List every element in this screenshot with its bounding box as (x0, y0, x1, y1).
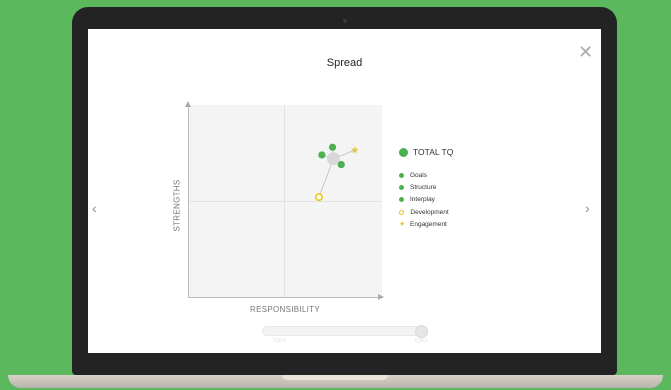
legend-total-dot (399, 147, 408, 157)
screen: Spread ✕ ‹ › STRENGTHS RESPONSIBILITY TO… (88, 29, 601, 353)
legend-dot-structure (399, 185, 404, 191)
laptop-base (8, 375, 663, 388)
version-slider[interactable] (262, 325, 428, 338)
legend-label-goals: Goals (410, 171, 427, 179)
legend: TOTAL TQ Goals Structure Interplay Devel… (399, 147, 453, 231)
legend-item-development[interactable]: Development (399, 206, 453, 218)
legend-item-goals[interactable]: Goals (399, 169, 453, 181)
slider-left-label: TQ0.1 (272, 338, 286, 344)
star-icon: ★ (399, 221, 406, 229)
legend-label-interplay: Interplay (410, 196, 435, 204)
y-axis (188, 107, 189, 297)
legend-item-structure[interactable]: Structure (399, 181, 453, 193)
point-interplay[interactable] (337, 160, 345, 169)
slider-knob[interactable] (415, 325, 428, 338)
point-structure[interactable] (318, 151, 326, 159)
chart-marks (314, 143, 359, 202)
legend-ring-development (399, 209, 405, 216)
point-engagement[interactable] (351, 146, 359, 154)
legend-item-engagement[interactable]: ★ Engagement (399, 219, 453, 231)
y-axis-arrow (185, 101, 191, 107)
y-axis-label: STRENGTHS (172, 179, 182, 232)
point-goals[interactable] (328, 143, 337, 151)
legend-dot-goals (399, 172, 404, 178)
legend-total[interactable]: TOTAL TQ (399, 147, 453, 157)
laptop-notch (282, 375, 388, 380)
legend-dot-interplay (399, 197, 404, 203)
point-development[interactable] (314, 193, 323, 202)
slider-right-label: TQ0.5 (414, 338, 428, 344)
legend-total-label: TOTAL TQ (413, 147, 454, 157)
laptop-frame: Spread ✕ ‹ › STRENGTHS RESPONSIBILITY TO… (72, 7, 617, 375)
chevron-left-icon[interactable]: ‹ (92, 201, 97, 215)
close-icon[interactable]: ✕ (578, 43, 593, 61)
x-axis-arrow (378, 294, 384, 300)
legend-label-engagement: Engagement (410, 221, 447, 229)
chart-title: Spread (326, 57, 363, 69)
legend-label-development: Development (410, 208, 449, 216)
legend-item-interplay[interactable]: Interplay (399, 194, 453, 206)
x-axis (188, 297, 378, 298)
plot-area (188, 105, 382, 297)
x-axis-label: RESPONSIBILITY (250, 305, 320, 314)
legend-label-structure: Structure (410, 184, 437, 192)
camera-dot (343, 19, 347, 23)
chevron-right-icon[interactable]: › (585, 201, 590, 215)
